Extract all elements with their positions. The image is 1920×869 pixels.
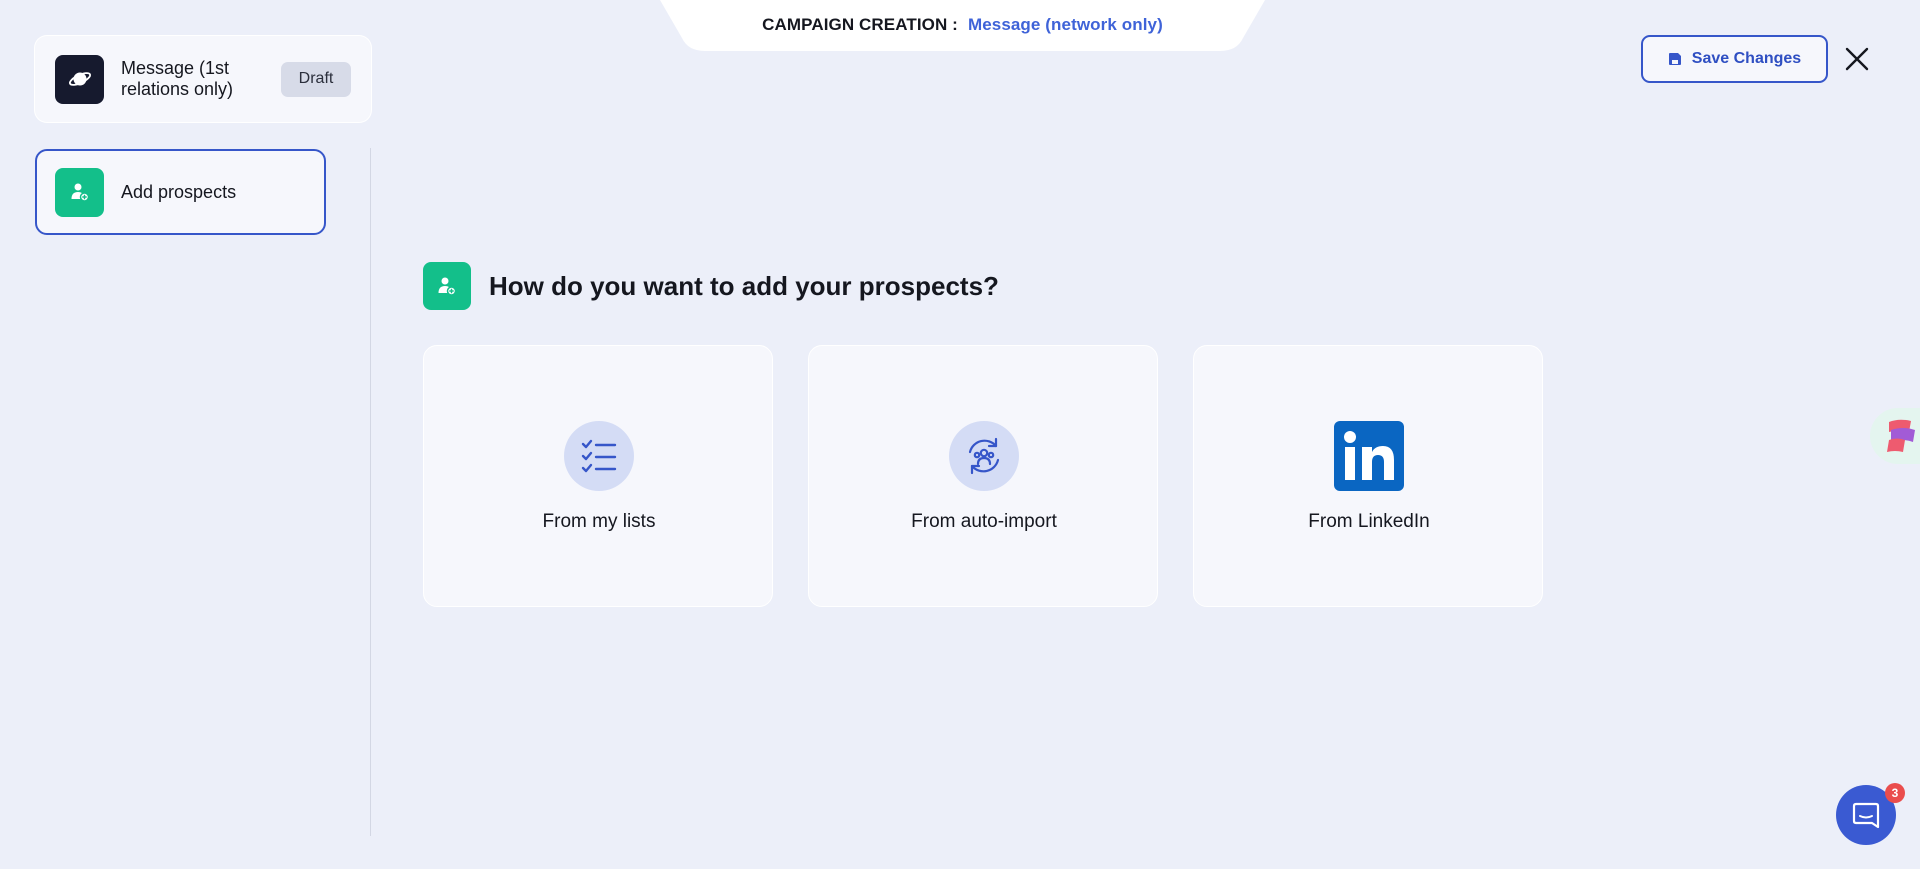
user-add-icon [423,262,471,310]
extension-logo-icon [1887,419,1915,452]
step-add-prospects[interactable]: Add prospects [35,149,326,235]
campaign-name: Message (1st relations only) [121,58,234,99]
option-label: From auto-import [911,511,1057,532]
campaign-header-prefix: CAMPAIGN CREATION : [762,15,958,34]
unread-badge: 3 [1885,783,1905,803]
option-label: From LinkedIn [1308,511,1430,532]
sidebar-divider [370,148,371,836]
step-label: Add prospects [121,181,237,202]
user-add-icon [55,167,104,217]
sync-users-icon [949,421,1019,491]
linkedin-icon [1334,421,1404,491]
save-icon [1668,53,1681,65]
page-title: How do you want to add your prospects? [489,270,999,301]
campaign-card[interactable]: Message (1st relations only) Draft [35,36,371,122]
campaign-header-tab: CAMPAIGN CREATION : Message (network only… [660,0,1265,51]
option-from-my-lists[interactable]: From my lists [423,345,773,607]
side-extension-widget[interactable] [1870,408,1920,464]
campaign-header-text: CAMPAIGN CREATION : Message (network only… [660,15,1265,35]
option-from-linkedin[interactable]: From LinkedIn [1193,345,1543,607]
save-button-label: Save Changes [1691,50,1802,67]
option-label: From my lists [542,511,656,532]
status-badge: Draft [281,61,351,97]
planet-icon [55,54,104,104]
campaign-type: Message (network only) [967,15,1163,34]
close-icon[interactable] [1843,45,1871,73]
question-heading: How do you want to add your prospects? [423,262,999,310]
save-changes-button[interactable]: Save Changes [1641,35,1828,83]
option-from-auto-import[interactable]: From auto-import [808,345,1158,607]
campaign-creation-page: CAMPAIGN CREATION : Message (network only… [0,0,1920,869]
checklist-icon [564,421,634,491]
chat-icon [1852,802,1880,829]
